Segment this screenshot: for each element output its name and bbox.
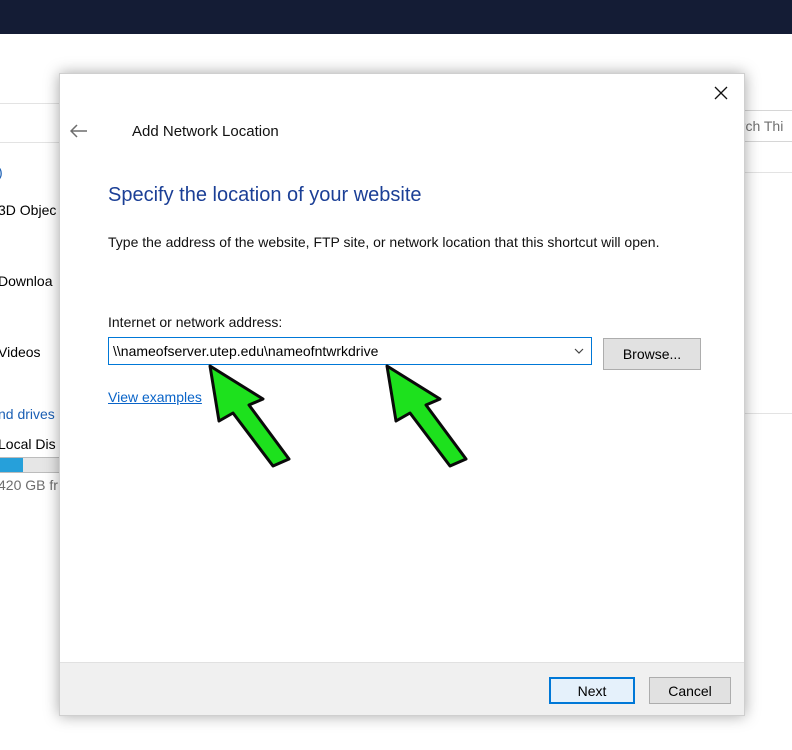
drive-free-space: 420 GB fr (0, 477, 58, 493)
address-input[interactable] (109, 338, 567, 364)
nav-item-videos[interactable]: Videos (0, 344, 41, 360)
drive-usage-bar (0, 457, 62, 473)
drive-usage-fill (0, 458, 23, 472)
address-label: Internet or network address: (108, 314, 283, 330)
page-description: Type the address of the website, FTP sit… (108, 234, 660, 250)
view-examples-link[interactable]: View examples (108, 389, 202, 405)
explorer-divider (744, 413, 792, 414)
dialog-title: Add Network Location (132, 123, 279, 140)
browse-button[interactable]: Browse... (603, 338, 701, 370)
next-button[interactable]: Next (549, 677, 635, 704)
nav-section-devices-and-drives[interactable]: nd drives (0, 406, 55, 422)
chevron-down-icon (574, 348, 584, 354)
back-arrow-icon (70, 124, 87, 138)
address-combobox[interactable] (108, 337, 592, 365)
explorer-divider (0, 103, 60, 104)
nav-item-downloads[interactable]: Downloa (0, 273, 52, 289)
close-icon (714, 86, 728, 100)
explorer-divider (0, 142, 60, 143)
back-button[interactable] (66, 118, 92, 144)
page-heading: Specify the location of your website (108, 184, 422, 206)
title-bar (0, 0, 792, 34)
explorer-divider (744, 172, 792, 173)
annotation-arrow-icon (385, 364, 468, 468)
annotation-arrow-icon (208, 364, 291, 468)
nav-item-3d-objects[interactable]: 3D Objec (0, 202, 56, 218)
nav-item-this-pc[interactable]: ) (0, 164, 3, 180)
cancel-button[interactable]: Cancel (649, 677, 731, 704)
nav-item-local-disk[interactable]: Local Dis (0, 436, 56, 452)
dialog-footer (60, 662, 744, 715)
address-dropdown-button[interactable] (569, 338, 589, 364)
close-button[interactable] (706, 80, 736, 106)
